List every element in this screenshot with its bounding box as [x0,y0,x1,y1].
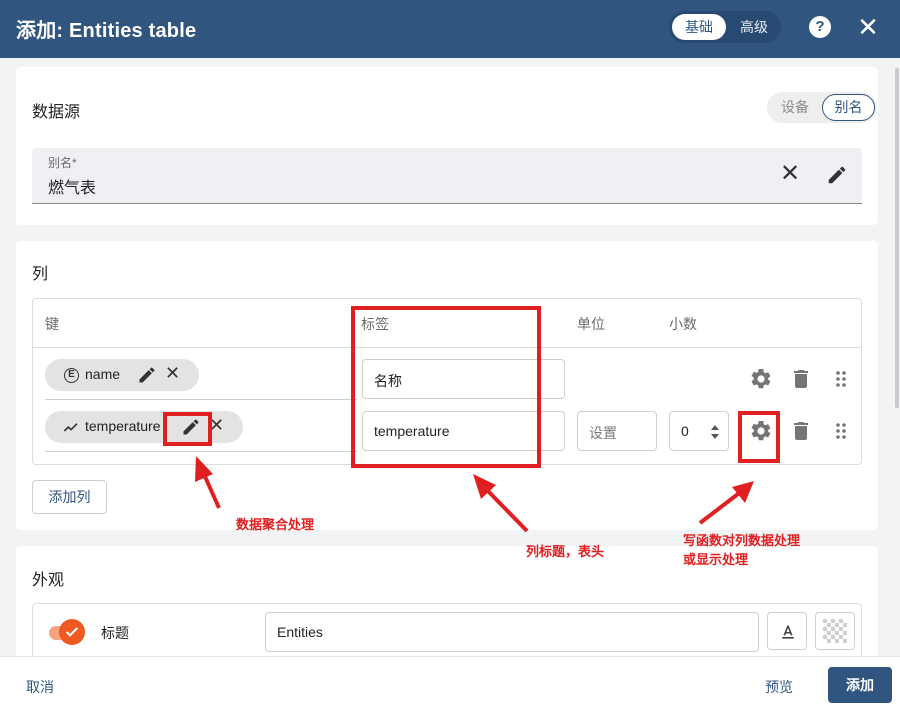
key-chip-label: name [85,366,121,382]
add-column-button[interactable]: 添加列 [32,480,107,514]
title-toggle-label: 标题 [101,625,129,641]
unit-input[interactable]: 设置 [577,411,657,451]
text-format-icon [782,625,794,639]
header-key: 键 [45,316,59,332]
annotation-box-label [351,306,541,468]
unit-input-placeholder: 设置 [589,425,617,441]
annotation-function-line1: 写函数对列数据处理 [683,533,801,548]
title-toggle[interactable] [59,619,85,645]
datasource-card: 数据源 设备 别名 别名* 燃气表 ✕ [16,67,878,225]
columns-title: 列 [32,266,49,283]
key-underline [45,451,357,452]
entity-icon: E [64,368,79,383]
color-picker-button[interactable] [815,612,855,650]
dialog-footer: 取消 预览 添加 [0,656,900,713]
scrollbar-thumb[interactable] [895,68,899,408]
help-icon[interactable]: ? [809,16,831,38]
annotation-aggregation: 数据聚合处理 [236,517,315,532]
stepper-arrows-icon[interactable] [710,422,720,442]
appearance-title: 外观 [32,572,65,589]
decimals-input-value: 0 [681,423,689,439]
check-icon [65,627,79,637]
title-input-value: Entities [277,624,323,640]
title-setting-row: 标题 Entities [32,603,862,656]
mode-basic-button[interactable]: 基础 [672,14,726,40]
decimals-input[interactable]: 0 [669,411,729,451]
toggle-alias[interactable]: 别名 [822,94,875,121]
drag-handle-icon[interactable] [829,419,853,443]
alias-field[interactable]: 别名* 燃气表 ✕ [32,148,862,204]
key-chip-temperature[interactable]: temperature ✕ [45,411,243,443]
annotation-header: 列标题，表头 [526,544,605,559]
header-decimals: 小数 [669,316,697,332]
mode-toggle: 基础 高级 [669,11,781,43]
dialog-header: 添加: Entities table 基础 高级 ? ✕ [0,0,900,58]
datasource-type-toggle: 设备 别名 [767,92,877,123]
annotation-box-settings [738,411,780,463]
add-button[interactable]: 添加 [828,667,892,703]
title-input[interactable]: Entities [265,612,759,652]
preview-button[interactable]: 预览 [765,677,793,697]
edit-icon[interactable] [826,164,848,186]
settings-icon[interactable] [749,367,773,391]
close-icon[interactable]: ✕ [856,13,880,41]
header-unit: 单位 [577,316,605,332]
edit-icon[interactable] [137,365,157,385]
scrollbar[interactable] [894,58,900,656]
delete-icon[interactable] [789,419,813,443]
transparent-color-icon [823,619,847,643]
alias-field-value: 燃气表 [48,180,97,197]
drag-handle-icon[interactable] [829,367,853,391]
clear-icon[interactable]: ✕ [778,162,802,186]
toggle-device[interactable]: 设备 [775,94,815,121]
cancel-button[interactable]: 取消 [26,677,54,697]
datasource-title: 数据源 [32,104,81,121]
font-settings-button[interactable] [767,612,807,650]
key-underline [45,399,357,400]
appearance-card: 外观 标题 Entities [16,546,878,656]
delete-icon[interactable] [789,367,813,391]
key-chip-label: temperature [85,418,161,434]
mode-advanced-button[interactable]: 高级 [729,14,779,40]
key-chip-name[interactable]: E name ✕ [45,359,199,391]
dialog-title: 添加: Entities table [16,20,197,42]
annotation-function-line2: 或显示处理 [683,552,749,567]
timeseries-icon [63,423,78,432]
remove-icon[interactable]: ✕ [165,363,180,384]
annotation-box-edit [163,412,212,446]
alias-field-label: 别名* [48,156,77,170]
